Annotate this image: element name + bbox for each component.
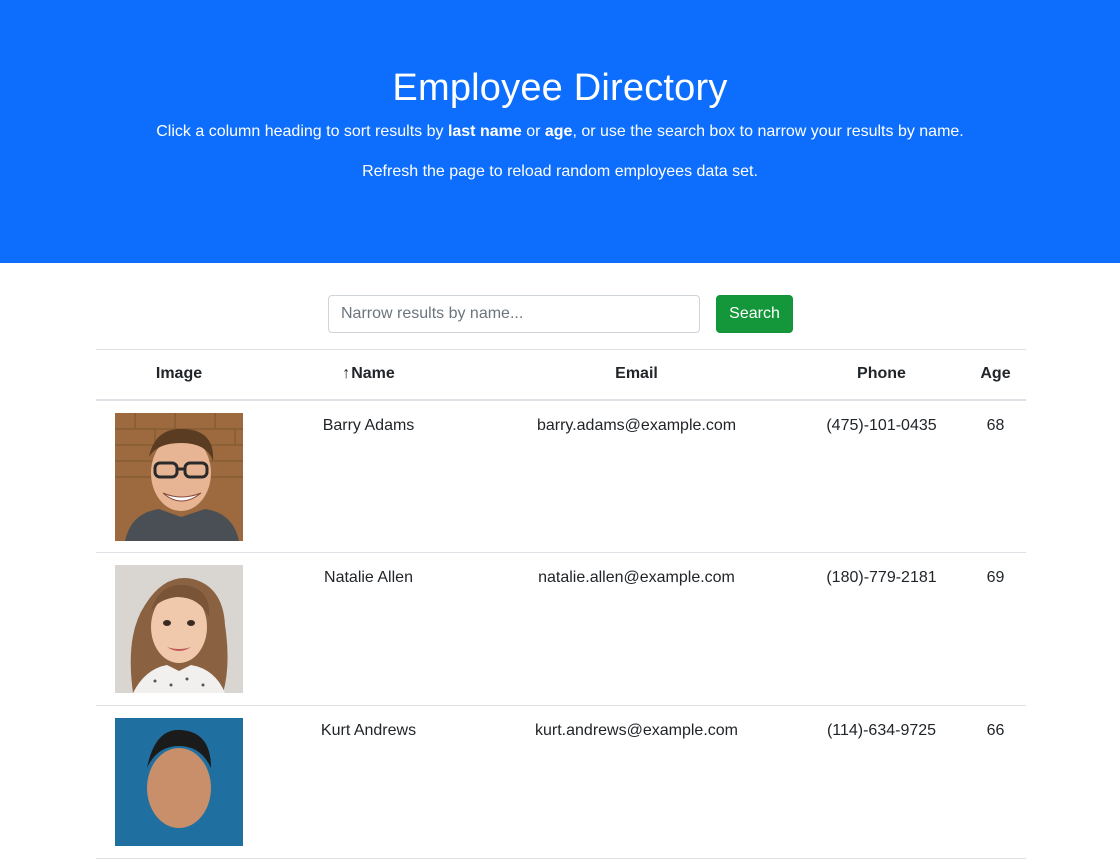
page-header: Employee Directory Click a column headin… bbox=[0, 0, 1120, 263]
search-button[interactable]: Search bbox=[716, 295, 793, 333]
phone-cell: (180)-779-2181 bbox=[798, 552, 965, 706]
employee-photo bbox=[115, 565, 243, 693]
table-row: Kurt Andrews kurt.andrews@example.com (1… bbox=[96, 705, 1026, 859]
employee-photo bbox=[115, 412, 243, 541]
instructions-mid: or bbox=[521, 123, 545, 140]
column-header-phone: Phone bbox=[798, 349, 965, 401]
table-header-row: Image ↑Name Email Phone Age bbox=[96, 349, 1026, 401]
phone-cell: (114)-634-9725 bbox=[798, 705, 965, 859]
age-cell: 69 bbox=[965, 552, 1026, 706]
refresh-note: Refresh the page to reload random employ… bbox=[362, 163, 758, 180]
column-header-name[interactable]: ↑Name bbox=[262, 349, 475, 401]
instructions-prefix: Click a column heading to sort results b… bbox=[156, 123, 448, 140]
name-cell: Kurt Andrews bbox=[262, 705, 475, 859]
instructions-bold-last-name: last name bbox=[447, 123, 522, 140]
search-input[interactable] bbox=[328, 295, 700, 333]
column-header-email: Email bbox=[475, 349, 798, 401]
age-cell: 66 bbox=[965, 705, 1026, 859]
email-cell: kurt.andrews@example.com bbox=[475, 705, 798, 859]
name-cell: Barry Adams bbox=[262, 399, 475, 553]
employee-photo bbox=[115, 718, 243, 846]
image-cell bbox=[96, 705, 262, 859]
column-header-name-label: Name bbox=[351, 365, 395, 383]
email-cell: natalie.allen@example.com bbox=[475, 552, 798, 706]
table-row: Barry Adams barry.adams@example.com (475… bbox=[96, 399, 1026, 553]
page-title: Employee Directory bbox=[392, 67, 728, 109]
instructions-suffix: , or use the search box to narrow your r… bbox=[572, 123, 964, 140]
column-header-image: Image bbox=[96, 349, 262, 401]
search-form: Search bbox=[328, 295, 793, 333]
phone-cell: (475)-101-0435 bbox=[798, 399, 965, 553]
instructions-bold-age: age bbox=[544, 123, 573, 140]
age-cell: 68 bbox=[965, 399, 1026, 553]
table-row: Natalie Allen natalie.allen@example.com … bbox=[96, 552, 1026, 706]
image-cell bbox=[96, 552, 262, 706]
employee-table-container: Image ↑Name Email Phone Age Barry Adams … bbox=[96, 349, 1026, 859]
sort-ascending-icon: ↑ bbox=[342, 365, 351, 383]
employee-table: Image ↑Name Email Phone Age Barry Adams … bbox=[96, 349, 1026, 859]
column-header-age[interactable]: Age bbox=[965, 349, 1026, 401]
name-cell: Natalie Allen bbox=[262, 552, 475, 706]
image-cell bbox=[96, 399, 262, 553]
instructions-text: Click a column heading to sort results b… bbox=[0, 122, 1120, 142]
email-cell: barry.adams@example.com bbox=[475, 399, 798, 553]
